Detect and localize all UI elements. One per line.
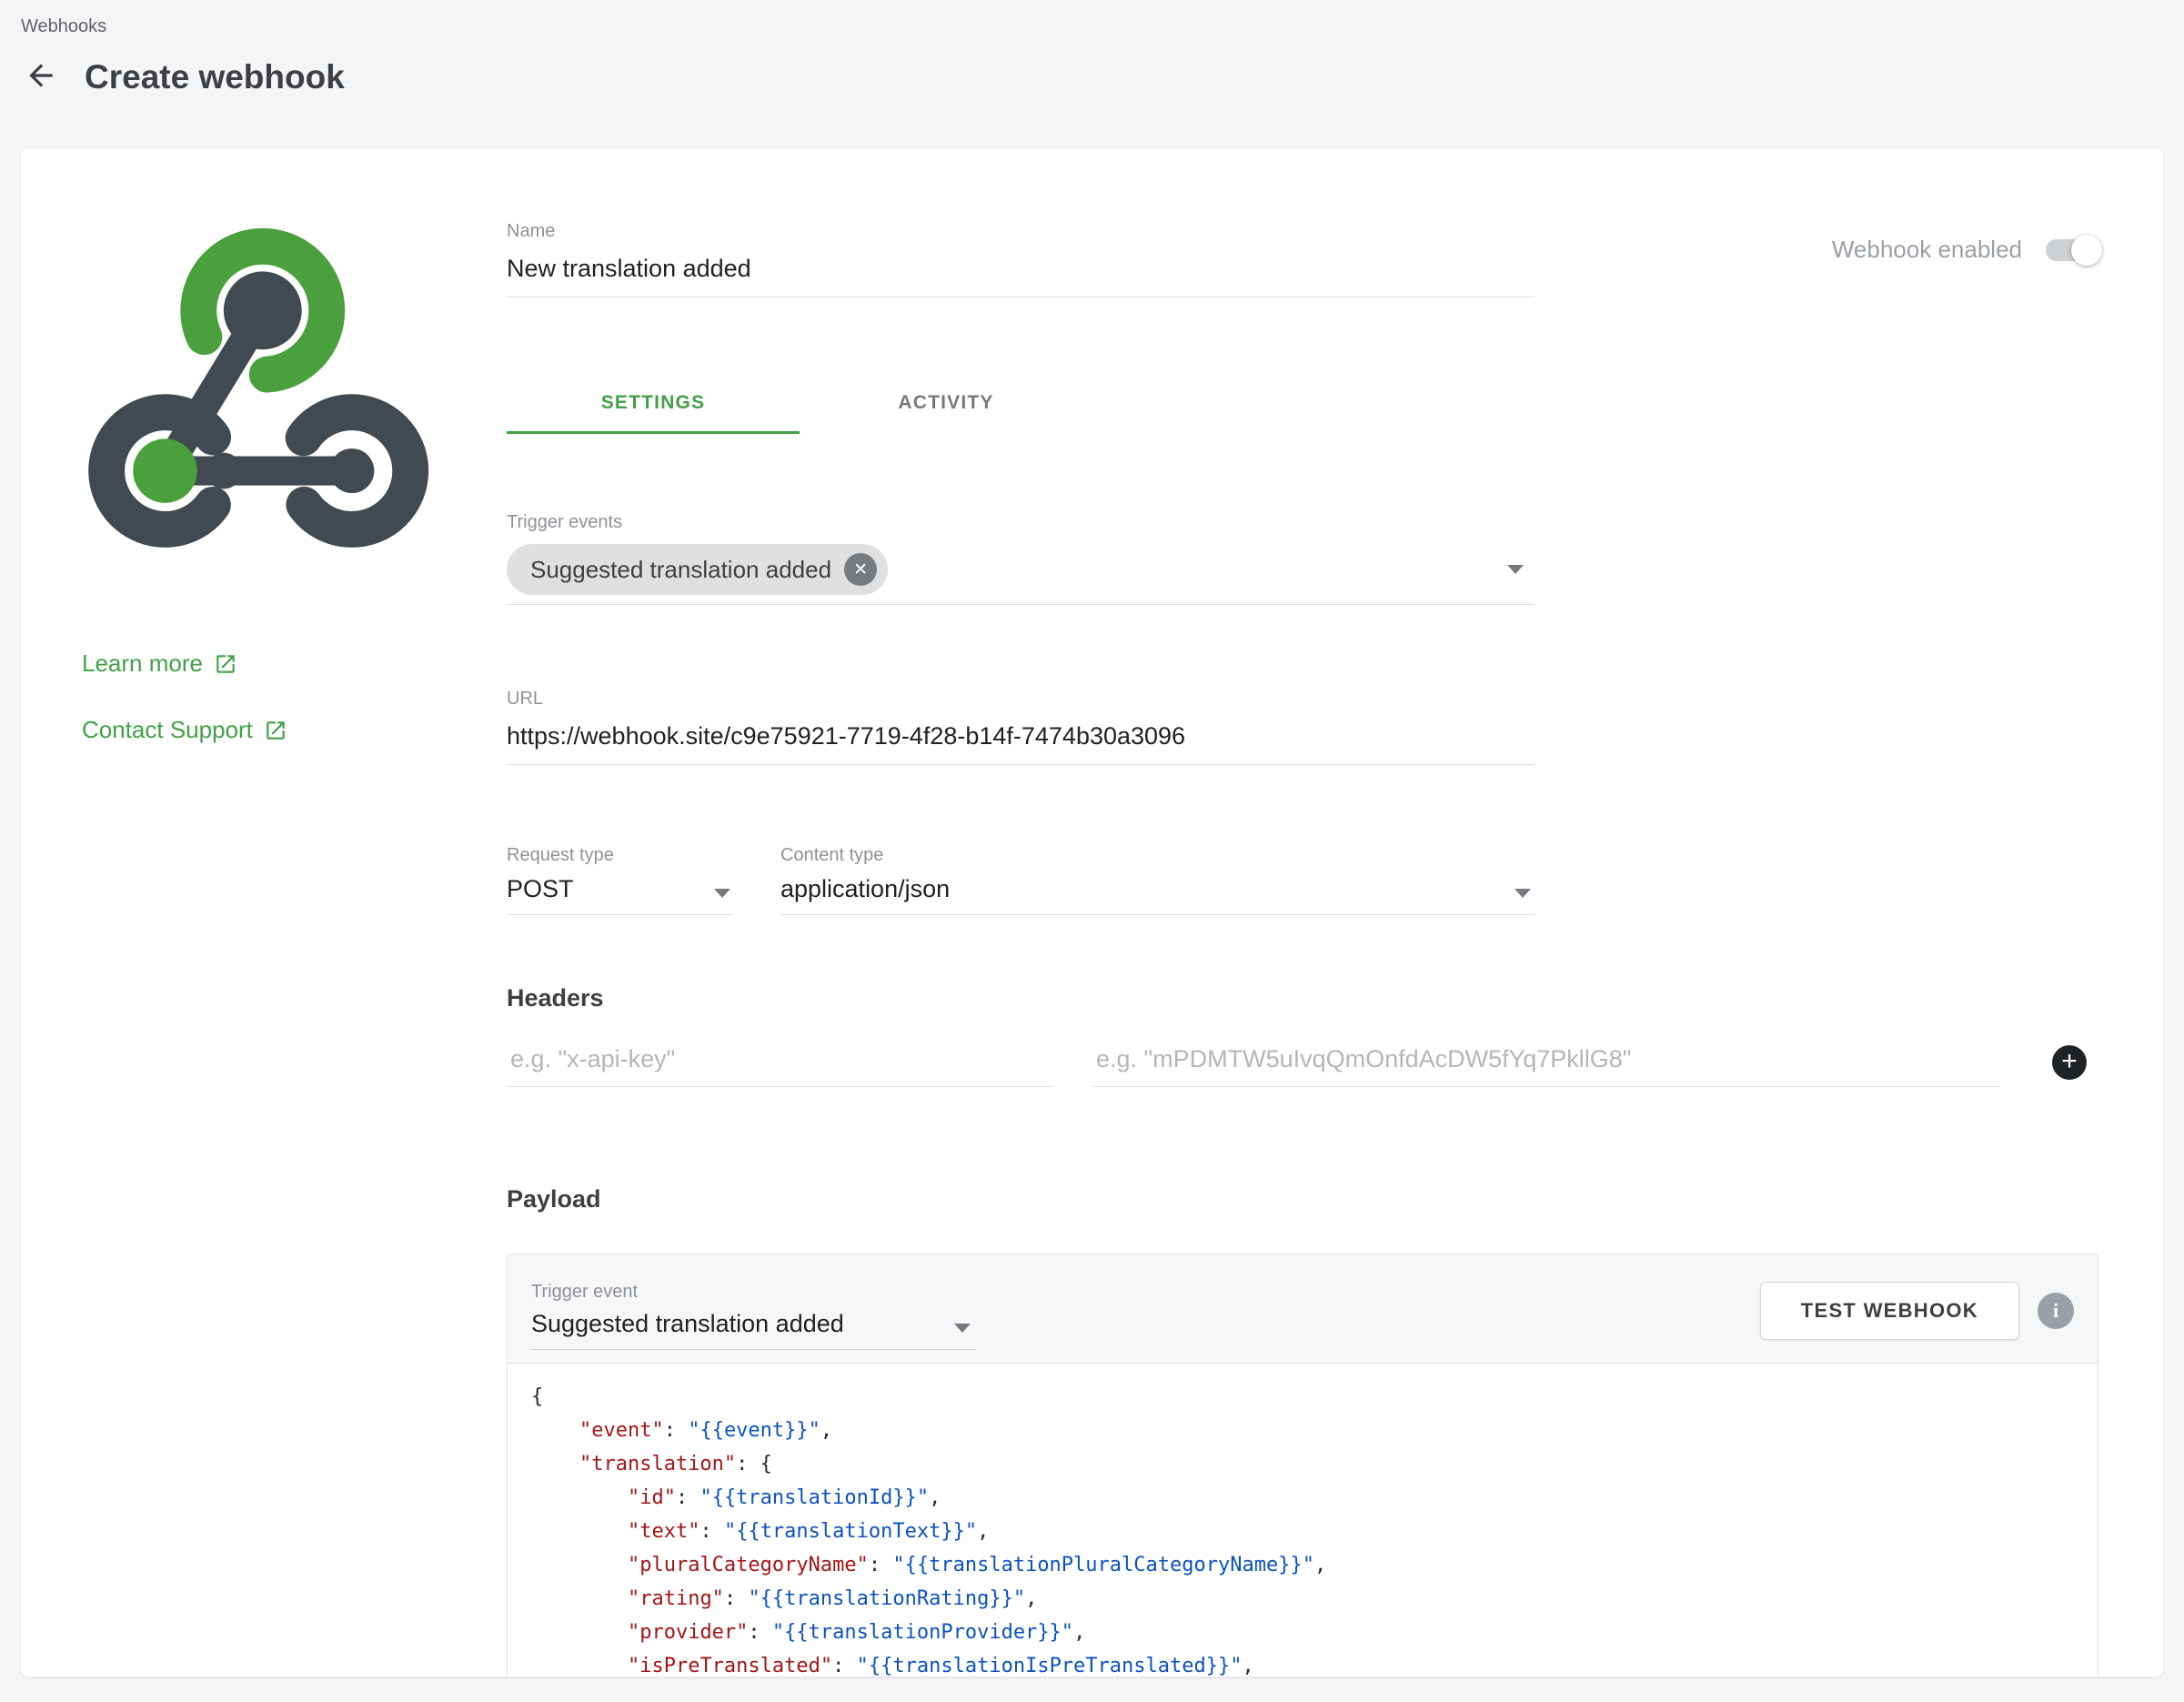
chevron-down-icon	[1507, 565, 1524, 574]
name-input[interactable]	[507, 255, 1535, 297]
headers-heading: Headers	[507, 984, 2098, 1012]
form-column: Webhook enabled Name SETTINGS ACTIVITY T…	[507, 148, 2163, 1677]
contact-support-link[interactable]: Contact Support	[82, 716, 507, 744]
info-icon[interactable]: i	[2038, 1293, 2074, 1329]
request-type-value: POST	[507, 875, 574, 903]
external-link-icon	[264, 719, 287, 742]
chip-label: Suggested translation added	[530, 556, 831, 584]
header-key-input[interactable]	[507, 1045, 1053, 1087]
payload-panel-header: Trigger event Suggested translation adde…	[508, 1254, 2098, 1363]
learn-more-link[interactable]: Learn more	[82, 650, 507, 678]
trigger-events-select[interactable]: Suggested translation added ✕	[507, 544, 1535, 605]
tab-bar: SETTINGS ACTIVITY	[507, 372, 2098, 434]
request-content-row: Request type POST Content type applicati…	[507, 845, 2098, 915]
topbar: Webhooks Create webhook	[0, 0, 2184, 103]
payload-trigger-event-value: Suggested translation added	[531, 1310, 844, 1338]
name-label: Name	[507, 221, 1535, 242]
url-label: URL	[507, 689, 1535, 710]
payload-code[interactable]: { "event": "{{event}}", "translation": {…	[508, 1363, 2098, 1677]
trigger-events-label: Trigger events	[507, 512, 1535, 533]
name-field: Name	[507, 221, 1535, 297]
test-webhook-button[interactable]: TEST WEBHOOK	[1760, 1282, 2019, 1340]
breadcrumb: Webhooks	[21, 0, 2163, 37]
switch-knob	[2071, 235, 2102, 266]
headers-row: +	[507, 1045, 2098, 1087]
add-header-button[interactable]: +	[2052, 1045, 2087, 1080]
payload-trigger-event-select[interactable]: Suggested translation added	[531, 1310, 976, 1350]
left-column: Learn more Contact Support	[21, 148, 507, 1677]
webhook-enabled-label: Webhook enabled	[1832, 236, 2022, 264]
content-type-select[interactable]: application/json	[780, 875, 1535, 915]
arrow-back-icon	[24, 58, 58, 97]
webhook-card: Learn more Contact Support Webhook enabl…	[21, 148, 2163, 1677]
trigger-event-chip: Suggested translation added ✕	[507, 544, 888, 595]
content-type-label: Content type	[780, 845, 1535, 866]
request-type-select[interactable]: POST	[507, 875, 734, 915]
payload-panel: Trigger event Suggested translation adde…	[507, 1254, 2098, 1677]
chevron-down-icon	[954, 1324, 971, 1333]
plus-icon: +	[2061, 1048, 2078, 1075]
trigger-events-field: Trigger events Suggested translation add…	[507, 512, 1535, 605]
external-link-icon	[214, 652, 237, 676]
header-value-input[interactable]	[1092, 1045, 1999, 1087]
url-field: URL	[507, 689, 1535, 765]
webhook-logo	[80, 219, 444, 565]
chevron-down-icon	[1515, 889, 1531, 898]
learn-more-label: Learn more	[82, 650, 203, 678]
create-webhook-page: Webhooks Create webhook	[0, 0, 2184, 1702]
webhook-enabled-switch[interactable]	[2046, 239, 2098, 261]
content-type-value: application/json	[780, 875, 950, 903]
back-button[interactable]	[21, 57, 61, 97]
chevron-down-icon	[714, 889, 730, 898]
payload-trigger-event-label: Trigger event	[531, 1282, 976, 1303]
url-input[interactable]	[507, 722, 1535, 765]
webhook-enabled-toggle-row: Webhook enabled	[1832, 236, 2098, 264]
contact-support-label: Contact Support	[82, 716, 253, 744]
chip-remove-icon[interactable]: ✕	[844, 553, 877, 586]
tab-settings[interactable]: SETTINGS	[507, 372, 800, 434]
content-type-field: Content type application/json	[780, 845, 1535, 915]
tab-activity[interactable]: ACTIVITY	[800, 372, 1092, 434]
page-title: Create webhook	[85, 58, 345, 96]
request-type-field: Request type POST	[507, 845, 734, 915]
payload-heading: Payload	[507, 1185, 2098, 1214]
request-type-label: Request type	[507, 845, 734, 866]
payload-trigger-event-field: Trigger event Suggested translation adde…	[531, 1282, 976, 1350]
